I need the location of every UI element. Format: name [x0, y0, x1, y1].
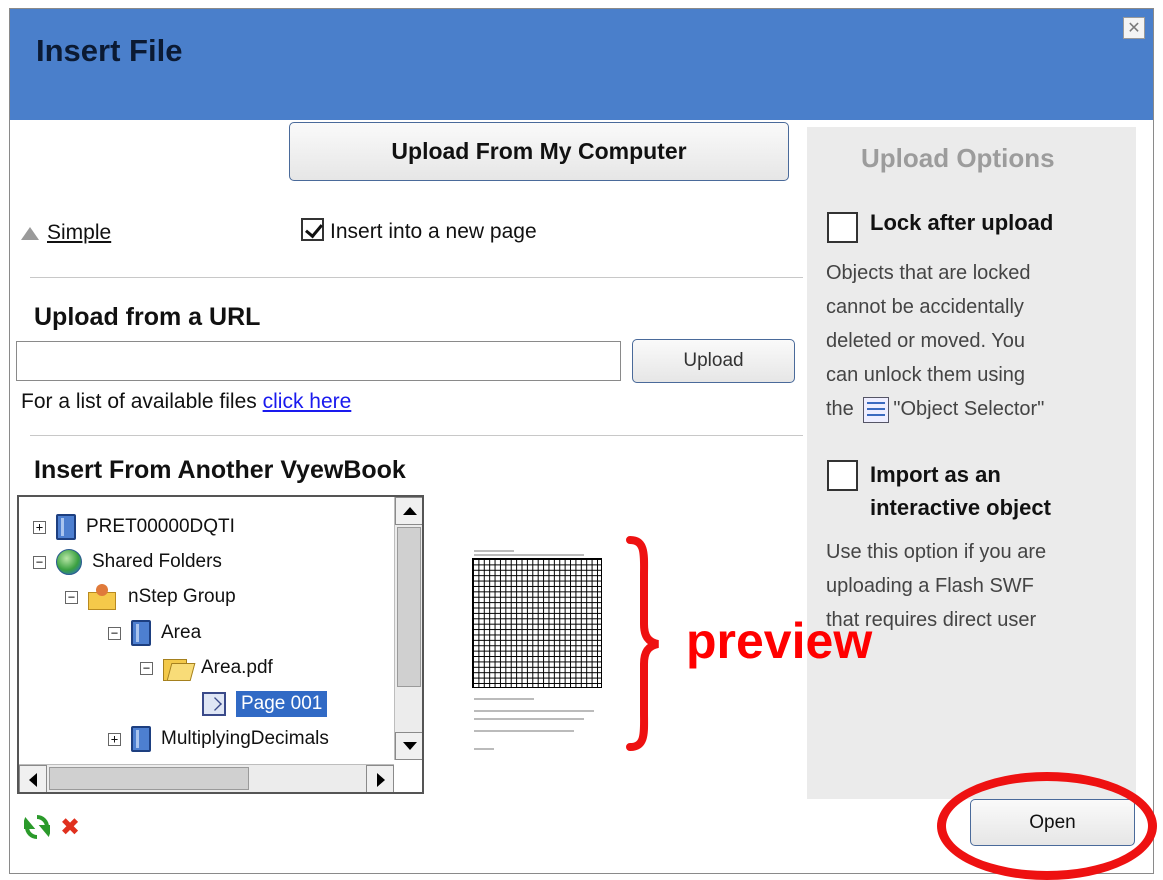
expand-icon[interactable]: + — [108, 732, 121, 746]
scroll-right-button[interactable] — [366, 765, 394, 792]
click-here-link[interactable]: click here — [263, 390, 352, 413]
lock-desc-line: cannot be accidentally — [826, 296, 1024, 318]
collapse-icon[interactable]: − — [140, 661, 153, 675]
tree-item-label: nStep Group — [128, 586, 236, 607]
tree-item-label: PRET00000DQTI — [86, 516, 235, 537]
import-desc-line: Use this option if you are — [826, 541, 1047, 563]
circle-annotation — [937, 772, 1157, 880]
book-icon — [131, 620, 151, 646]
lock-desc-line: the "Object Selector" — [826, 392, 1044, 426]
lock-desc-line: deleted or moved. You — [826, 330, 1026, 352]
upload-from-computer-button[interactable]: Upload From My Computer — [289, 122, 789, 181]
scroll-up-button[interactable] — [395, 497, 422, 525]
vertical-scrollbar[interactable] — [394, 497, 422, 760]
arrow-down-icon — [403, 742, 417, 750]
page-preview-thumbnail — [466, 548, 606, 758]
lock-description: Objects that are locked cannot be accide… — [826, 256, 1044, 426]
collapse-icon[interactable]: − — [65, 590, 78, 604]
lock-after-upload-label: Lock after upload — [870, 210, 1054, 235]
tree-item-label: Area.pdf — [201, 657, 273, 678]
dialog-title: Insert File — [36, 33, 183, 68]
vyewbook-section-title: Insert From Another VyewBook — [34, 456, 406, 484]
horizontal-scroll-thumb[interactable] — [49, 767, 249, 790]
horizontal-scrollbar[interactable] — [19, 764, 394, 792]
collapse-icon[interactable]: − — [33, 555, 46, 569]
close-icon[interactable]: ✕ — [1123, 17, 1145, 39]
vertical-scroll-thumb[interactable] — [397, 527, 421, 687]
object-selector-icon — [863, 396, 890, 423]
tree-item[interactable]: − Shared Folders — [33, 547, 222, 577]
lock-desc-text: "Object Selector" — [893, 398, 1045, 420]
scroll-left-button[interactable] — [19, 765, 47, 792]
vyewbook-tree[interactable]: + PRET00000DQTI − Shared Folders − nStep… — [17, 495, 424, 794]
page-icon — [202, 692, 226, 716]
simple-link[interactable]: Simple — [47, 221, 111, 245]
divider — [30, 277, 803, 278]
url-input[interactable] — [16, 341, 621, 381]
scrollbar-corner — [394, 764, 422, 792]
available-files-hint: For a list of available files click here — [21, 390, 351, 414]
import-interactive-label: Import as an interactive object — [870, 458, 1051, 524]
arrow-up-icon — [403, 507, 417, 515]
delete-icon[interactable]: ✖ — [60, 815, 80, 839]
collapse-arrow-icon[interactable] — [21, 227, 39, 240]
lock-desc-line: can unlock them using — [826, 364, 1026, 386]
brace-annotation — [626, 536, 660, 751]
refresh-icon[interactable] — [24, 814, 50, 840]
hint-text: For a list of available files — [21, 390, 263, 413]
tree-item[interactable]: − nStep Group — [65, 582, 236, 612]
book-icon — [56, 514, 76, 540]
upload-options-title: Upload Options — [861, 143, 1055, 173]
url-upload-button[interactable]: Upload — [632, 339, 795, 383]
dialog-titlebar: Insert File ✕ — [10, 9, 1153, 120]
collapse-icon[interactable]: − — [108, 626, 121, 640]
globe-icon — [56, 549, 82, 575]
tree-item[interactable]: − Area.pdf — [140, 653, 273, 683]
expand-icon[interactable]: + — [33, 520, 46, 534]
tree-item[interactable]: + PRET00000DQTI — [33, 512, 235, 542]
arrow-left-icon — [29, 773, 37, 787]
tree-item-label: MultiplyingDecimals — [161, 728, 329, 749]
book-icon — [131, 726, 151, 752]
tree-item[interactable]: − Area — [108, 618, 201, 648]
tree-item[interactable]: + MultiplyingDecimals — [108, 724, 329, 754]
insert-new-page-label: Insert into a new page — [330, 220, 537, 243]
tree-item-label: Shared Folders — [92, 551, 222, 572]
tree-item-label: Page 001 — [236, 691, 328, 717]
import-desc-line: uploading a Flash SWF — [826, 575, 1034, 597]
arrow-right-icon — [377, 773, 385, 787]
preview-annotation-label: preview — [686, 613, 873, 669]
scroll-down-button[interactable] — [395, 732, 422, 760]
lock-desc-text: the — [826, 398, 854, 420]
divider — [30, 435, 803, 436]
open-folder-icon — [163, 655, 191, 681]
import-label-line: interactive object — [870, 495, 1051, 520]
lock-after-upload-checkbox[interactable] — [827, 212, 858, 243]
import-interactive-checkbox[interactable] — [827, 460, 858, 491]
tree-item-selected[interactable]: Page 001 — [202, 689, 328, 719]
lock-desc-line: Objects that are locked — [826, 262, 1031, 284]
import-label-line: Import as an — [870, 462, 1001, 487]
url-section-title: Upload from a URL — [34, 303, 261, 331]
insert-new-page-checkbox[interactable] — [301, 218, 324, 241]
tree-item-label: Area — [161, 622, 202, 643]
group-folder-icon — [88, 584, 118, 610]
preview-grid — [472, 558, 602, 688]
